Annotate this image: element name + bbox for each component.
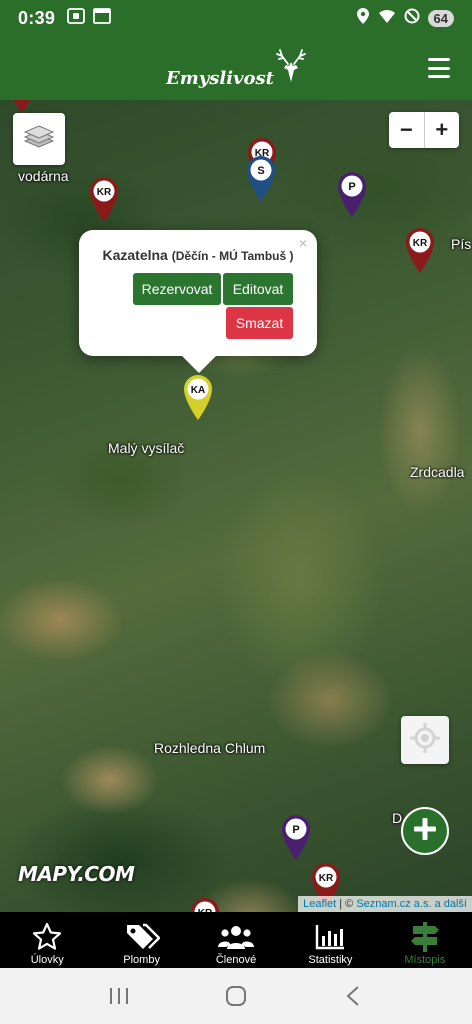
plus-icon (412, 816, 438, 847)
place-label: Rozhledna Chlum (154, 740, 266, 756)
place-label: Zrdcadla (410, 464, 465, 480)
recents-button[interactable] (99, 976, 139, 1016)
crosshair-icon (409, 722, 441, 759)
zoom-control: − + (389, 112, 459, 148)
marker-label: KR (319, 873, 334, 884)
signpost-icon (410, 920, 440, 954)
tab-label: Úlovky (30, 954, 64, 966)
system-nav-bar (0, 968, 472, 1024)
map-marker[interactable]: KR (6, 100, 38, 114)
popup-title: Kazatelna (Děčín - MÚ Tambuš ) (79, 247, 317, 263)
map-view[interactable]: vodárna Malý vysílač Zrdcadla Rozhledna … (0, 100, 472, 912)
layers-icon (23, 123, 55, 156)
popup-title-name: Kazatelna (102, 247, 168, 263)
dnd-icon (404, 8, 420, 29)
marker-popup: × Kazatelna (Děčín - MÚ Tambuš ) Rezervo… (79, 230, 317, 373)
tab-label: Plomby (123, 954, 160, 966)
bottom-tab-bar: Úlovky Plomby Členové Statistiky Místopi… (0, 912, 472, 968)
tab-label: Místopis (404, 954, 446, 966)
place-label: D (392, 810, 403, 826)
edit-button[interactable]: Editovat (223, 273, 293, 305)
marker-label: KR (413, 238, 428, 249)
brand-name: Emyslivost (166, 67, 274, 89)
map-marker[interactable]: KR (88, 175, 120, 223)
map-marker[interactable]: KR (404, 226, 436, 274)
app-header: Emyslivost (0, 36, 472, 100)
place-label: Malý vysílač (108, 440, 185, 456)
menu-button[interactable] (428, 58, 450, 78)
marker-label: P (292, 824, 299, 836)
status-bar: 0:39 64 (0, 0, 472, 36)
popup-tip (182, 339, 216, 373)
add-button[interactable] (401, 807, 449, 855)
map-marker[interactable]: P (280, 813, 312, 861)
marker-label: KA (191, 385, 205, 396)
screenshot-icon (67, 7, 86, 29)
leaflet-link[interactable]: Leaflet (303, 898, 336, 910)
map-marker[interactable]: P (336, 170, 368, 218)
tags-icon (124, 920, 160, 954)
tab-label: Statistiky (308, 954, 353, 966)
brand-logo[interactable]: Emyslivost (166, 48, 306, 89)
marker-label: P (348, 181, 355, 193)
back-button[interactable] (333, 976, 373, 1016)
map-marker[interactable]: KA (182, 373, 214, 421)
tab-clenove[interactable]: Členové (189, 912, 283, 968)
wifi-icon (378, 8, 396, 29)
deer-icon (276, 48, 306, 89)
tab-mistopis[interactable]: Místopis (378, 912, 472, 968)
place-label: Pís (451, 236, 472, 252)
delete-button[interactable]: Smazat (226, 307, 293, 339)
zoom-in-button[interactable]: + (423, 112, 460, 148)
map-marker[interactable]: S (245, 154, 277, 202)
locate-button[interactable] (401, 716, 449, 764)
tab-statistiky[interactable]: Statistiky (283, 912, 377, 968)
popup-title-area: (Děčín - MÚ Tambuš ) (171, 249, 294, 263)
home-button[interactable] (216, 976, 256, 1016)
marker-label: KR (97, 187, 112, 198)
zoom-out-button[interactable]: − (389, 112, 424, 148)
window-icon (93, 7, 112, 29)
mapy-logo: MAPY.COM (18, 862, 135, 886)
seznam-link[interactable]: Seznam.cz a.s. a další (356, 898, 467, 910)
layers-button[interactable] (13, 113, 65, 165)
place-label: vodárna (18, 168, 69, 184)
tab-ulovky[interactable]: Úlovky (0, 912, 94, 968)
marker-label: S (257, 165, 264, 177)
map-attribution: Leaflet | © Seznam.cz a.s. a další (298, 896, 472, 912)
battery-indicator: 64 (427, 9, 454, 27)
map-marker[interactable]: KR (189, 896, 221, 912)
users-icon (217, 920, 255, 954)
reserve-button[interactable]: Rezervovat (133, 273, 221, 305)
tab-label: Členové (215, 954, 257, 966)
status-time: 0:39 (18, 7, 56, 28)
tab-plomby[interactable]: Plomby (94, 912, 188, 968)
location-icon (356, 7, 370, 30)
app-root: 0:39 64 Emyslivost vodárna Malý vysílač … (0, 0, 472, 1024)
star-icon (31, 920, 63, 954)
chart-icon (314, 920, 346, 954)
